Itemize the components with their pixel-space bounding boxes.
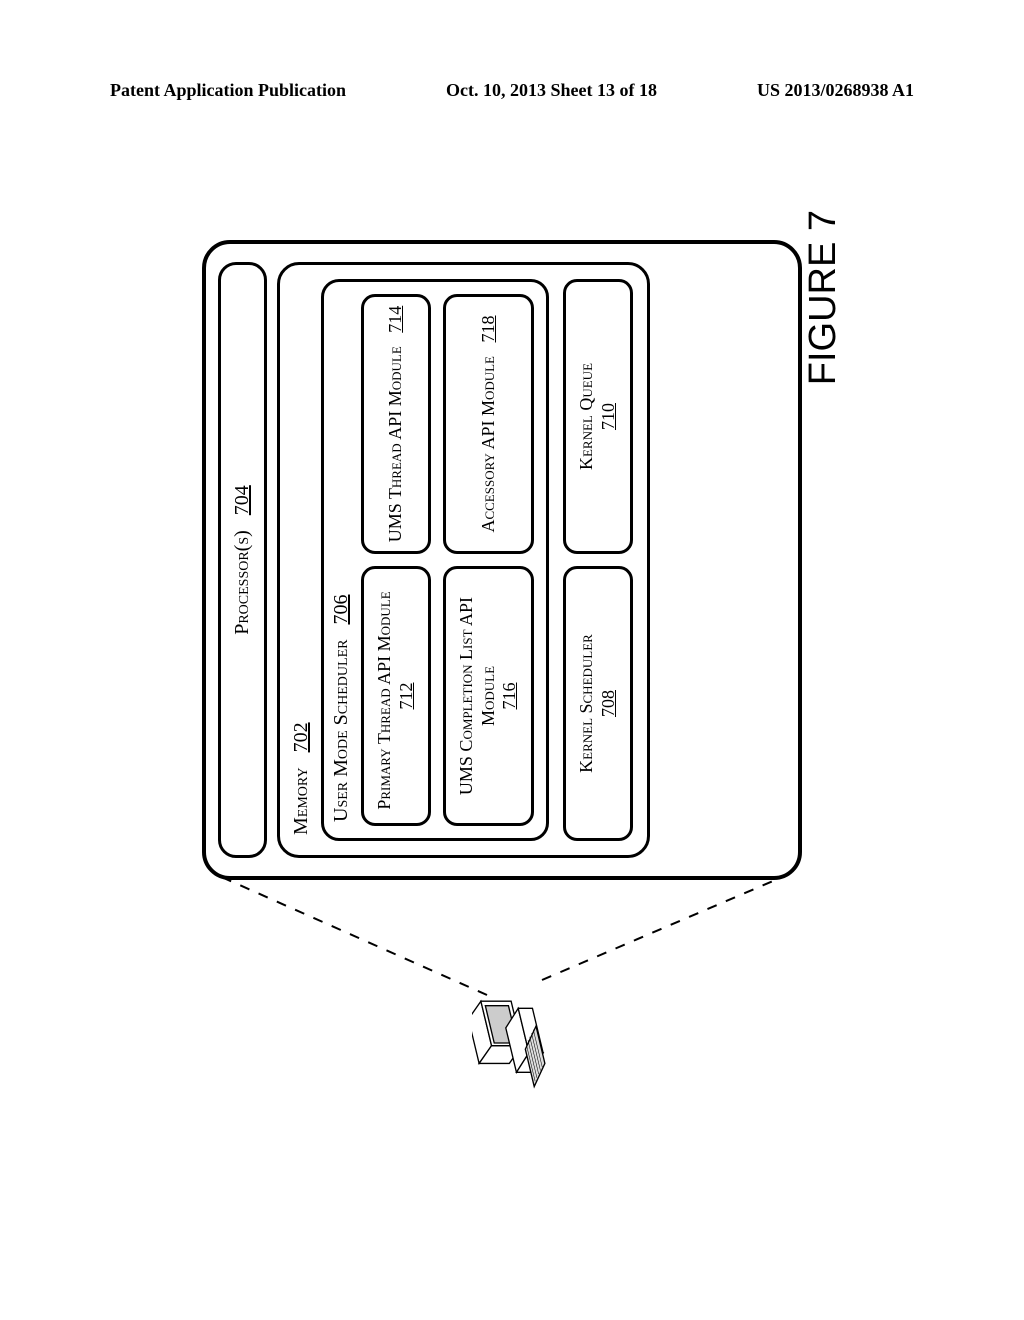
accessory-ref: 718 [478,315,498,342]
page-header: Patent Application Publication Oct. 10, … [110,80,914,101]
figure-canvas: Processor(s) 704 Memory 702 User Mode Sc… [162,210,862,1110]
memory-label: Memory [290,767,312,835]
header-left: Patent Application Publication [110,80,346,101]
ums-completion-ref: 716 [499,683,519,710]
projection-lines [162,860,862,1010]
ums-thread-ref: 714 [385,306,405,333]
figure-label: FIGURE 7 [802,210,845,385]
processors-box: Processor(s) 704 [218,262,267,858]
primary-thread-module: Primary Thread API Module 712 [361,566,431,826]
processors-label: Processor(s) [231,530,253,635]
user-mode-scheduler-box: User Mode Scheduler 706 Primary Thread A… [321,279,549,841]
ums-thread-label: UMS Thread API Module [385,346,405,542]
primary-thread-label: Primary Thread API Module [374,591,394,809]
memory-box: Memory 702 User Mode Scheduler 706 Prima… [277,262,650,858]
processors-ref: 704 [231,485,253,515]
ums-label: User Mode Scheduler [330,640,352,822]
header-right: US 2013/0268938 A1 [757,80,914,101]
kernel-queue-box: Kernel Queue 710 [563,279,633,554]
ums-completion-module: UMS Completion List API Module 716 [443,566,534,826]
device-box: Processor(s) 704 Memory 702 User Mode Sc… [202,240,802,880]
primary-thread-ref: 712 [396,683,416,710]
header-middle: Oct. 10, 2013 Sheet 13 of 18 [446,80,657,101]
accessory-label: Accessory API Module [478,356,498,533]
ums-ref: 706 [330,595,352,625]
ums-completion-label: UMS Completion List API Module [456,597,498,795]
accessory-module: Accessory API Module 718 [443,294,534,554]
kernel-scheduler-label: Kernel Scheduler [576,634,596,773]
kernel-queue-label: Kernel Queue [576,363,596,470]
ums-thread-module: UMS Thread API Module 714 [361,294,431,554]
kernel-queue-ref: 710 [598,403,618,430]
memory-ref: 702 [290,722,312,752]
kernel-scheduler-box: Kernel Scheduler 708 [563,566,633,841]
kernel-scheduler-ref: 708 [598,690,618,717]
